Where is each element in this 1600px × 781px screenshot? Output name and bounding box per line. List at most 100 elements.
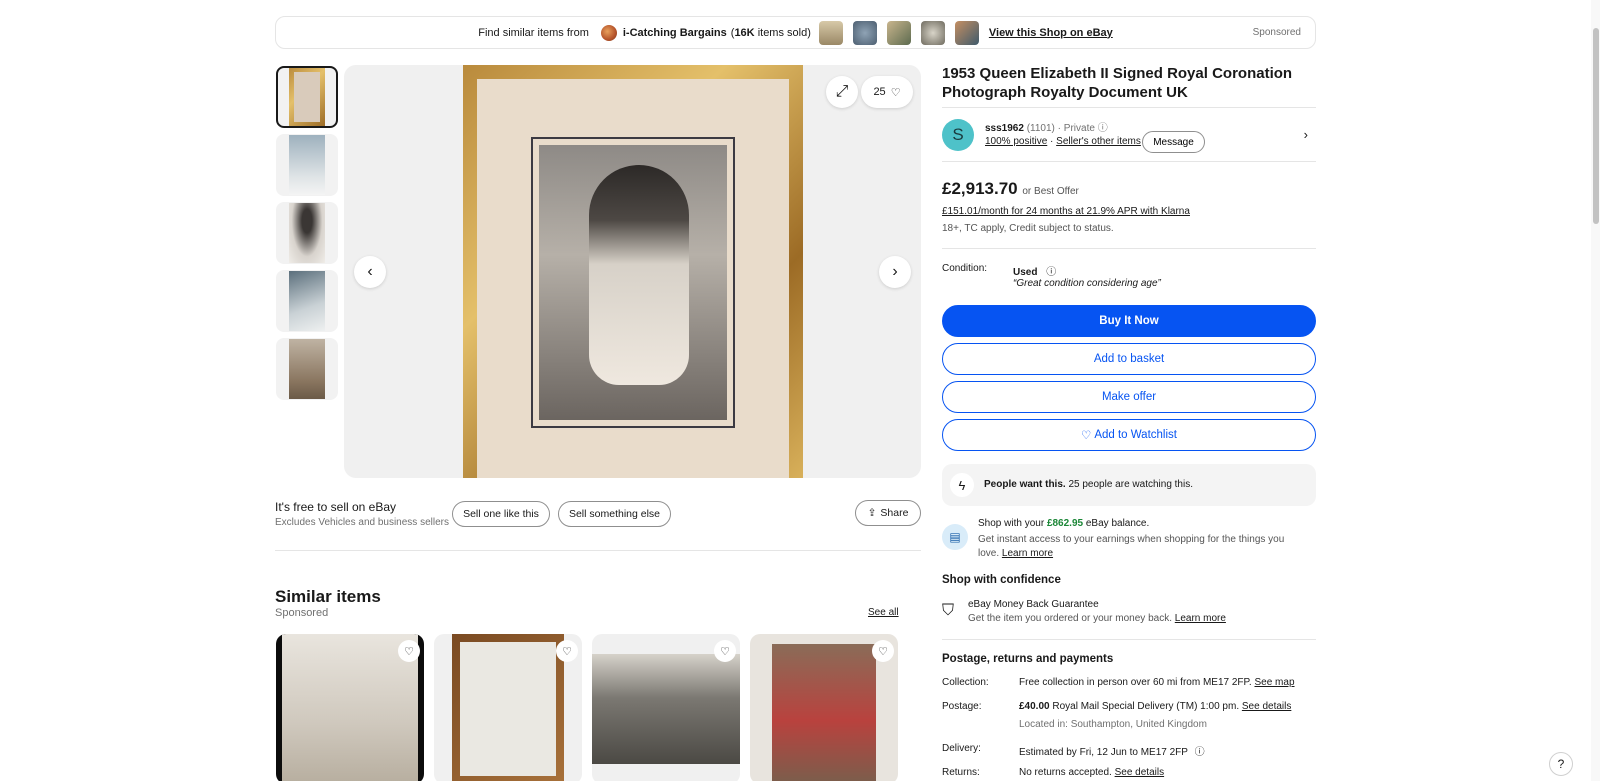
- sell-other-button[interactable]: Sell something else: [558, 501, 671, 527]
- postage-service: Royal Mail Special Delivery (TM) 1:00 pm…: [1052, 701, 1240, 712]
- postage-price: £40.00: [1019, 701, 1050, 712]
- similar-item-image: [772, 644, 876, 781]
- money-back-desc: Get the item you ordered or your money b…: [968, 613, 1226, 624]
- heart-icon[interactable]: ♡: [398, 640, 420, 662]
- make-offer-button[interactable]: Make offer: [942, 381, 1316, 413]
- thumbnail-image: [289, 135, 325, 195]
- add-to-watchlist-button[interactable]: ♡ Add to Watchlist: [942, 419, 1316, 451]
- share-icon: ⇪: [867, 507, 877, 519]
- view-shop-link[interactable]: View this Shop on eBay: [989, 27, 1113, 39]
- shop-avatar[interactable]: [600, 24, 617, 41]
- heart-icon[interactable]: ♡: [714, 640, 736, 662]
- chevron-left-icon[interactable]: ‹: [354, 256, 386, 288]
- watch-count-button[interactable]: 25 ♡: [861, 76, 913, 108]
- share-button[interactable]: ⇪ Share: [855, 500, 921, 526]
- delivery-value: Estimated by Fri, 12 Jun to ME17 2FP ⓘ: [1019, 743, 1205, 758]
- price-value: £2,913.70: [942, 179, 1018, 198]
- shop-count-rest: items sold): [757, 26, 811, 39]
- similar-item-image: [282, 634, 418, 781]
- info-icon[interactable]: ⓘ: [1098, 123, 1108, 134]
- returns-see-details-link[interactable]: See details: [1115, 767, 1164, 778]
- thumbnail-item[interactable]: [276, 66, 338, 128]
- postage-see-details-link[interactable]: See details: [1242, 701, 1291, 712]
- promo-thumb[interactable]: [920, 20, 945, 45]
- promo-thumb[interactable]: [954, 20, 979, 45]
- seller-positive-link[interactable]: 100% positive: [985, 136, 1047, 147]
- info-icon[interactable]: ⓘ: [1195, 747, 1205, 758]
- promo-find-label: Find similar items from: [478, 26, 589, 39]
- photo-border: [531, 137, 735, 428]
- people-watching-count: 25 people are watching this.: [1068, 479, 1193, 490]
- condition-label: Condition:: [942, 263, 988, 274]
- thumbnail-item[interactable]: [276, 202, 338, 264]
- scrollbar-thumb[interactable]: [1593, 28, 1599, 224]
- wallet-icon: ▤: [942, 524, 968, 550]
- thumbnail-image: [289, 339, 325, 399]
- balance-post: eBay balance.: [1085, 518, 1150, 529]
- thumbnail-item[interactable]: [276, 338, 338, 400]
- postage-value: £40.00 Royal Mail Special Delivery (TM) …: [1019, 701, 1291, 712]
- thumbnail-image: [289, 203, 325, 263]
- collection-value: Free collection in person over 60 mi fro…: [1019, 677, 1295, 688]
- sell-subtitle: Excludes Vehicles and business sellers: [275, 517, 449, 528]
- condition-description: “Great condition considering age”: [1013, 278, 1161, 289]
- seller-avatar[interactable]: S: [942, 119, 974, 151]
- balance-learn-more-link[interactable]: Learn more: [1002, 548, 1053, 559]
- item-location: Located in: Southampton, United Kingdom: [1019, 719, 1207, 730]
- condition-value-text: Used: [1013, 267, 1038, 278]
- promo-thumb[interactable]: [818, 20, 843, 45]
- thumbnail-item[interactable]: [276, 134, 338, 196]
- similar-item-card[interactable]: ♡: [276, 634, 424, 781]
- similar-items-title: Similar items: [275, 587, 381, 606]
- add-to-basket-button[interactable]: Add to basket: [942, 343, 1316, 375]
- shop-item-count: (16K items sold): [731, 27, 811, 39]
- expand-icon[interactable]: ⤢: [826, 76, 858, 108]
- price: £2,913.70 or Best Offer: [942, 179, 1079, 199]
- similar-item-card[interactable]: ♡: [750, 634, 898, 781]
- similar-item-image: [592, 654, 740, 764]
- seller-other-items-link[interactable]: Seller's other items: [1056, 136, 1141, 147]
- thumbnail-image: [289, 68, 325, 126]
- help-button[interactable]: ?: [1549, 752, 1573, 776]
- page-scrollbar[interactable]: [1591, 0, 1600, 781]
- confidence-title: Shop with confidence: [942, 574, 1061, 586]
- divider: [942, 639, 1316, 640]
- message-button[interactable]: Message: [1142, 131, 1205, 153]
- similar-item-card[interactable]: ♡: [434, 634, 582, 781]
- main-image-viewer[interactable]: ⤢ 25 ♡ ‹ ›: [344, 65, 921, 478]
- similar-item-image: [452, 634, 564, 781]
- seller-info: sss1962 (1101) · Private ⓘ: [985, 119, 1108, 134]
- sell-one-button[interactable]: Sell one like this: [452, 501, 550, 527]
- thumbnail-item[interactable]: [276, 270, 338, 332]
- see-map-link[interactable]: See map: [1254, 677, 1294, 688]
- heart-icon[interactable]: ♡: [556, 640, 578, 662]
- main-photo: [463, 65, 803, 478]
- buy-it-now-button[interactable]: Buy It Now: [942, 305, 1316, 337]
- watch-count: 25: [873, 86, 886, 98]
- money-back-title: eBay Money Back Guarantee: [968, 599, 1099, 610]
- heart-icon[interactable]: ♡: [872, 640, 894, 662]
- promo-thumb[interactable]: [886, 20, 911, 45]
- balance-line: Shop with your £862.95 eBay balance.: [978, 518, 1149, 529]
- promo-sponsored: Sponsored: [1252, 27, 1301, 38]
- see-all-link[interactable]: See all: [868, 607, 899, 618]
- seller-card[interactable]: S sss1962 (1101) · Private ⓘ 100% positi…: [942, 107, 1316, 162]
- shop-name[interactable]: i-Catching Bargains: [623, 27, 727, 39]
- info-icon[interactable]: ⓘ: [1046, 267, 1056, 278]
- best-offer-label: or Best Offer: [1022, 186, 1079, 197]
- chevron-right-icon[interactable]: ›: [879, 256, 911, 288]
- item-details-panel: 1953 Queen Elizabeth II Signed Royal Cor…: [942, 64, 1316, 778]
- seller-type: · Private: [1057, 123, 1095, 134]
- klarna-link[interactable]: £151.01/month for 24 months at 21.9% APR…: [942, 206, 1190, 217]
- portrait-photo: [539, 145, 727, 420]
- shield-icon: ⛉: [942, 602, 955, 619]
- returns-label: Returns:: [942, 767, 980, 778]
- promo-banner: Find similar items from i-Catching Barga…: [275, 16, 1316, 49]
- promo-thumb[interactable]: [852, 20, 877, 45]
- returns-text: No returns accepted.: [1019, 767, 1112, 778]
- confidence-learn-more-link[interactable]: Learn more: [1175, 613, 1226, 624]
- chevron-right-icon[interactable]: ›: [1304, 127, 1308, 142]
- similar-item-card[interactable]: ♡: [592, 634, 740, 781]
- seller-name[interactable]: sss1962: [985, 123, 1024, 134]
- collection-label: Collection:: [942, 677, 989, 688]
